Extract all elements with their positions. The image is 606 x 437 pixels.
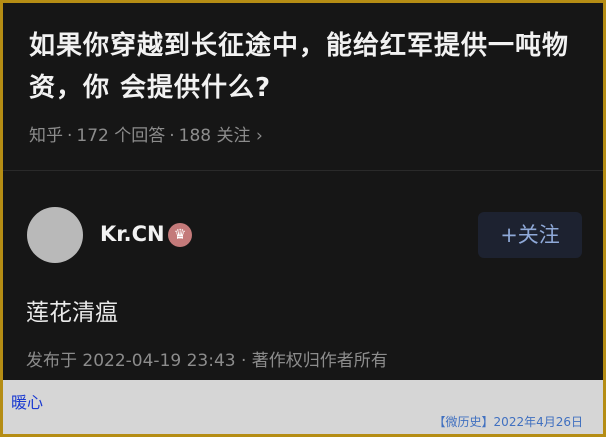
answer-count: 172 个回答 [76, 126, 166, 146]
source-label: 知乎 [29, 126, 63, 146]
date-stamp: 【微历史】2022年4月26日 [433, 415, 583, 429]
question-meta[interactable]: 知乎 · 172 个回答 · 188 关注 › [29, 121, 263, 146]
caption-bar: 暖心 【微历史】2022年4月26日 [3, 380, 603, 434]
section-divider [3, 170, 603, 171]
author-name[interactable]: Kr.CN [100, 222, 165, 246]
follow-button[interactable]: +关注 [478, 212, 582, 258]
follower-count: 188 关注 [178, 126, 251, 146]
caption-text: 暖心 [11, 393, 44, 412]
publish-info: 发布于 2022-04-19 23:43 · 著作权归作者所有 [26, 351, 388, 371]
answer-content: 莲花清瘟 [26, 300, 118, 326]
question-title[interactable]: 如果你穿越到长征途中，能给红军提供一吨物资，你 会提供什么? [29, 25, 589, 109]
chevron-right-icon[interactable]: › [256, 126, 263, 146]
medal-icon: ♛ [168, 223, 192, 247]
avatar[interactable] [27, 207, 83, 263]
